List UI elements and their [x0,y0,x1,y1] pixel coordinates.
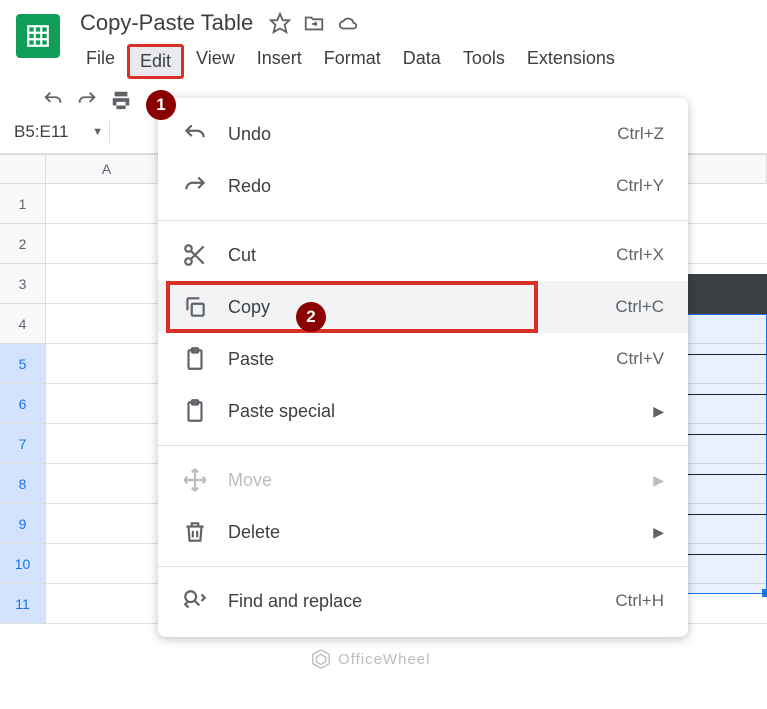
divider [109,121,110,143]
menu-data[interactable]: Data [393,44,451,79]
row-header[interactable]: 1 [0,184,46,224]
row-header[interactable]: 5 [0,344,46,384]
clipboard-icon [182,398,208,424]
menu-item-label: Find and replace [228,591,615,612]
trash-icon [182,519,208,545]
find-replace-icon [182,588,208,614]
menu-copy[interactable]: Copy Ctrl+C [158,281,688,333]
scissors-icon [182,242,208,268]
menu-item-shortcut: Ctrl+C [615,297,664,317]
submenu-arrow-icon: ▶ [653,472,664,489]
menu-insert[interactable]: Insert [247,44,312,79]
sheets-logo[interactable] [16,14,60,58]
menu-format[interactable]: Format [314,44,391,79]
menu-item-label: Paste special [228,401,653,422]
menu-item-shortcut: Ctrl+Z [617,124,664,144]
star-icon[interactable] [269,12,291,34]
menu-delete[interactable]: Delete ▶ [158,506,688,558]
name-box-value: B5:E11 [14,122,69,142]
redo-icon [182,173,208,199]
menu-tools[interactable]: Tools [453,44,515,79]
move-folder-icon[interactable] [303,12,325,34]
print-icon[interactable] [110,89,132,111]
row-header[interactable]: 7 [0,424,46,464]
chevron-down-icon: ▼ [92,126,103,138]
menu-paste-special[interactable]: Paste special ▶ [158,385,688,437]
row-header[interactable]: 2 [0,224,46,264]
submenu-arrow-icon: ▶ [653,524,664,541]
move-icon [182,467,208,493]
menu-item-label: Undo [228,124,617,145]
menu-item-label: Cut [228,245,616,266]
annotation-badge-1: 1 [146,90,176,120]
menu-item-shortcut: Ctrl+H [615,591,664,611]
menu-item-shortcut: Ctrl+V [616,349,664,369]
menu-paste[interactable]: Paste Ctrl+V [158,333,688,385]
menu-item-label: Move [228,470,653,491]
menu-item-label: Redo [228,176,616,197]
edit-menu-dropdown: Undo Ctrl+Z Redo Ctrl+Y Cut Ctrl+X Copy … [158,98,688,637]
watermark: OfficeWheel [310,648,430,670]
menu-item-shortcut: Ctrl+Y [616,176,664,196]
undo-icon [182,121,208,147]
menu-divider [158,220,688,221]
redo-icon[interactable] [76,89,98,111]
row-header[interactable]: 11 [0,584,46,624]
menu-item-shortcut: Ctrl+X [616,245,664,265]
row-header[interactable]: 4 [0,304,46,344]
cloud-status-icon[interactable] [337,12,359,34]
menu-cut[interactable]: Cut Ctrl+X [158,229,688,281]
menu-item-label: Delete [228,522,653,543]
menu-move: Move ▶ [158,454,688,506]
menu-item-label: Paste [228,349,616,370]
menu-find-replace[interactable]: Find and replace Ctrl+H [158,575,688,627]
row-header[interactable]: 8 [0,464,46,504]
row-header[interactable]: 9 [0,504,46,544]
menu-view[interactable]: View [186,44,245,79]
clipboard-icon [182,346,208,372]
row-header[interactable]: 10 [0,544,46,584]
select-all-corner[interactable] [0,155,46,183]
column-header[interactable]: A [46,155,168,183]
undo-icon[interactable] [42,89,64,111]
menubar: File Edit View Insert Format Data Tools … [76,42,751,79]
document-title[interactable]: Copy-Paste Table [76,8,257,38]
menu-undo[interactable]: Undo Ctrl+Z [158,108,688,160]
name-box[interactable]: B5:E11 ▼ [14,122,109,142]
copy-icon [182,294,208,320]
menu-item-label: Copy [228,297,615,318]
row-header[interactable]: 6 [0,384,46,424]
submenu-arrow-icon: ▶ [653,403,664,420]
row-header[interactable]: 3 [0,264,46,304]
menu-file[interactable]: File [76,44,125,79]
menu-extensions[interactable]: Extensions [517,44,625,79]
menu-divider [158,566,688,567]
watermark-text: OfficeWheel [338,651,430,668]
annotation-badge-2: 2 [296,302,326,332]
menu-divider [158,445,688,446]
menu-redo[interactable]: Redo Ctrl+Y [158,160,688,212]
menu-edit[interactable]: Edit [127,44,184,79]
